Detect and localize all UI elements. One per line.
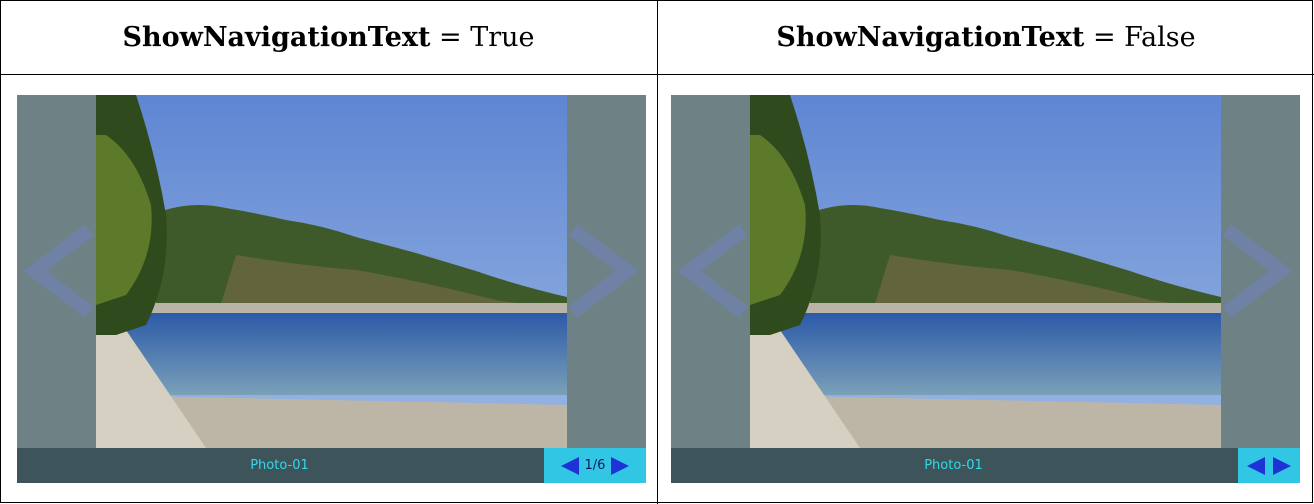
next-nav-zone[interactable] (567, 95, 646, 448)
caption-bar: Photo-01 (671, 448, 1300, 483)
left-header: ShowNavigationText = True (0, 0, 657, 74)
prev-triangle-icon[interactable] (1245, 455, 1267, 477)
next-nav-zone[interactable] (1221, 95, 1300, 448)
photo-image (750, 95, 1221, 448)
photo-image (96, 95, 567, 448)
navigation-controls: 1/6 (544, 448, 646, 483)
prev-nav-zone[interactable] (17, 95, 96, 448)
arrow-right-icon (1222, 224, 1293, 318)
left-header-property: ShowNavigationText (122, 21, 431, 53)
right-header: ShowNavigationText = False (658, 0, 1314, 74)
header-divider (0, 74, 1314, 75)
right-header-property: ShowNavigationText (776, 21, 1085, 53)
beach-photo (750, 95, 1221, 448)
column-divider (657, 0, 658, 504)
navigation-controls (1238, 448, 1300, 483)
navigation-text: 1/6 (584, 458, 606, 473)
right-photo-viewer: Photo-01 (671, 95, 1300, 483)
next-triangle-icon[interactable] (1271, 455, 1293, 477)
photo-caption: Photo-01 (250, 458, 309, 473)
left-photo-viewer: Photo-01 1/6 (17, 95, 646, 483)
next-triangle-icon[interactable] (609, 455, 631, 477)
prev-nav-zone[interactable] (671, 95, 750, 448)
arrow-right-icon (568, 224, 639, 318)
prev-triangle-icon[interactable] (559, 455, 581, 477)
beach-photo (96, 95, 567, 448)
arrow-left-icon (677, 224, 748, 318)
photo-caption: Photo-01 (924, 458, 983, 473)
left-header-value: = True (430, 21, 535, 53)
caption-bar: Photo-01 1/6 (17, 448, 646, 483)
arrow-left-icon (23, 224, 94, 318)
right-header-value: = False (1084, 21, 1196, 53)
